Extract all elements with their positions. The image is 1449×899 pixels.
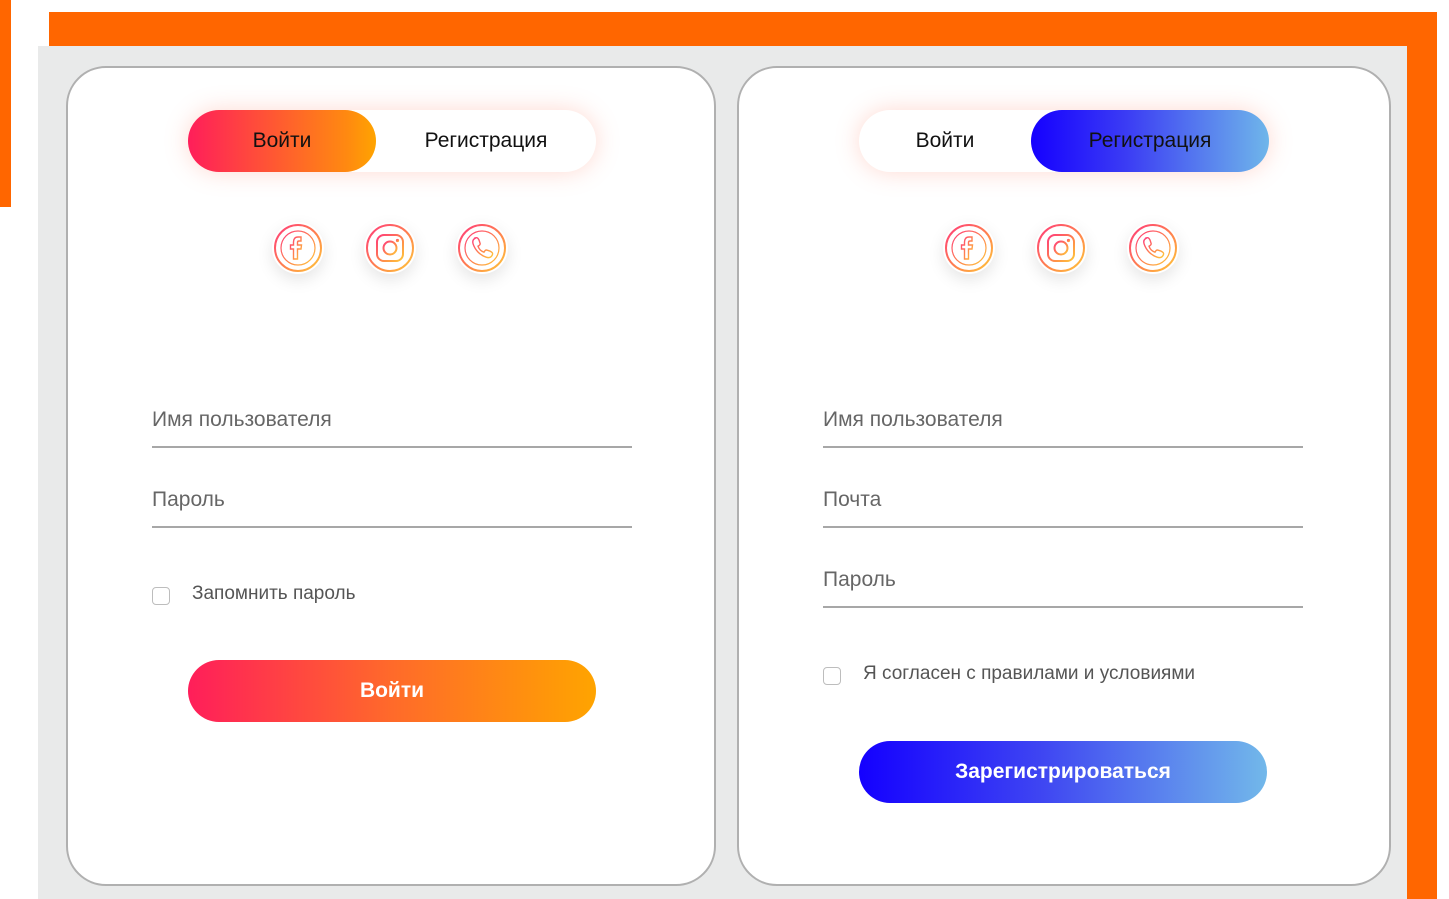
remember-checkbox[interactable] [152, 587, 170, 605]
username-input[interactable] [152, 408, 632, 432]
social-icons [272, 222, 512, 278]
login-username-field[interactable] [152, 388, 632, 448]
frame-left-bar [0, 0, 11, 207]
instagram-icon[interactable] [1035, 222, 1087, 274]
login-password-field[interactable] [152, 468, 632, 528]
tab-login[interactable]: Войти [188, 110, 376, 172]
instagram-icon[interactable] [364, 222, 416, 274]
password-input[interactable] [823, 568, 1303, 592]
login-submit-button[interactable]: Войти [188, 660, 596, 722]
register-email-field[interactable] [823, 468, 1303, 528]
tab-register[interactable]: Регистрация [376, 110, 596, 172]
login-card: Войти Регистрация Запомнить пароль Войти [66, 66, 716, 886]
social-icons [943, 222, 1183, 278]
register-username-field[interactable] [823, 388, 1303, 448]
facebook-icon[interactable] [943, 222, 995, 274]
frame-right-bar [1407, 12, 1437, 899]
terms-row: Я согласен с правилами и условиями [823, 662, 1195, 686]
tab-login[interactable]: Войти [859, 110, 1031, 172]
phone-icon[interactable] [456, 222, 508, 274]
remember-row: Запомнить пароль [152, 582, 356, 606]
password-input[interactable] [152, 488, 632, 512]
remember-label: Запомнить пароль [192, 583, 356, 604]
email-input[interactable] [823, 488, 1303, 512]
facebook-icon[interactable] [272, 222, 324, 274]
username-input[interactable] [823, 408, 1303, 432]
register-password-field[interactable] [823, 548, 1303, 608]
terms-label: Я согласен с правилами и условиями [863, 663, 1196, 684]
stage: Войти Регистрация Запомнить пароль Войти [38, 46, 1407, 899]
register-tab-toggle: Войти Регистрация [859, 110, 1269, 172]
frame-top-bar [49, 12, 1437, 46]
terms-checkbox[interactable] [823, 667, 841, 685]
login-tab-toggle: Войти Регистрация [188, 110, 596, 172]
register-card: Войти Регистрация Я согласен с правила [737, 66, 1391, 886]
phone-icon[interactable] [1127, 222, 1179, 274]
tab-register[interactable]: Регистрация [1031, 110, 1269, 172]
register-submit-button[interactable]: Зарегистрироваться [859, 741, 1267, 803]
